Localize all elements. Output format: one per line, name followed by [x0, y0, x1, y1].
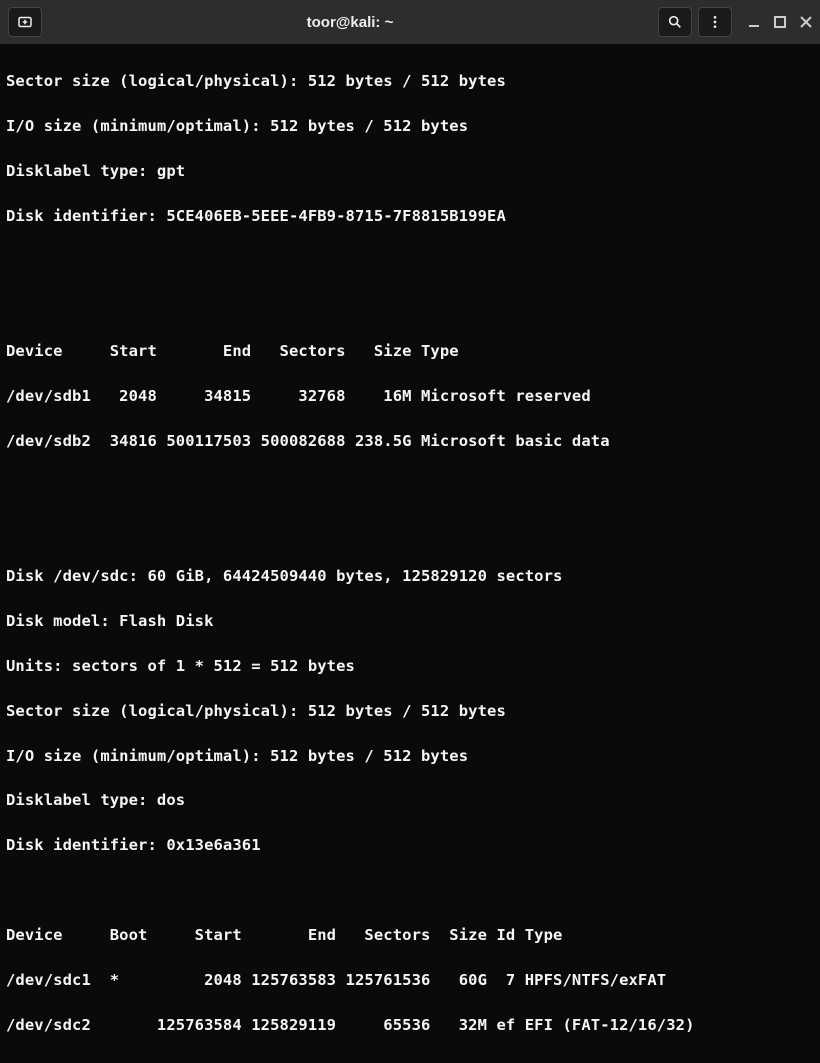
terminal-line [6, 879, 814, 901]
titlebar-left [8, 7, 42, 37]
terminal-line: Disk identifier: 5CE406EB-5EEE-4FB9-8715… [6, 205, 814, 227]
new-tab-icon [16, 13, 34, 31]
terminal-line: Disklabel type: dos [6, 789, 814, 811]
search-icon [667, 14, 683, 30]
terminal-line [6, 250, 814, 272]
terminal-line [6, 520, 814, 542]
maximize-icon [774, 16, 786, 28]
window-titlebar: toor@kali: ~ [0, 0, 820, 44]
partition-row: /dev/sdb2 34816 500117503 500082688 238.… [6, 430, 814, 452]
terminal-line [6, 295, 814, 317]
terminal-line: I/O size (minimum/optimal): 512 bytes / … [6, 745, 814, 767]
new-tab-button[interactable] [8, 7, 42, 37]
menu-button[interactable] [698, 7, 732, 37]
terminal-line: Units: sectors of 1 * 512 = 512 bytes [6, 655, 814, 677]
terminal-line: Sector size (logical/physical): 512 byte… [6, 700, 814, 722]
terminal-line: Sector size (logical/physical): 512 byte… [6, 70, 814, 92]
partition-table-header: Device Start End Sectors Size Type [6, 340, 814, 362]
kebab-menu-icon [707, 14, 723, 30]
disk-header: Disk /dev/sdc: 60 GiB, 64424509440 bytes… [6, 565, 814, 587]
titlebar-right [658, 7, 812, 37]
partition-row: /dev/sdc2 125763584 125829119 65536 32M … [6, 1014, 814, 1036]
terminal-line: Disklabel type: gpt [6, 160, 814, 182]
window-controls [748, 16, 812, 28]
terminal-line [6, 475, 814, 497]
minimize-icon [748, 16, 760, 28]
close-button[interactable] [800, 16, 812, 28]
terminal-line: Disk model: Flash Disk [6, 610, 814, 632]
search-button[interactable] [658, 7, 692, 37]
maximize-button[interactable] [774, 16, 786, 28]
terminal-line: Disk identifier: 0x13e6a361 [6, 834, 814, 856]
close-icon [800, 16, 812, 28]
partition-row: /dev/sdb1 2048 34815 32768 16M Microsoft… [6, 385, 814, 407]
terminal-line: I/O size (minimum/optimal): 512 bytes / … [6, 115, 814, 137]
window-title: toor@kali: ~ [50, 14, 650, 31]
partition-row: /dev/sdc1 * 2048 125763583 125761536 60G… [6, 969, 814, 991]
partition-table-header: Device Boot Start End Sectors Size Id Ty… [6, 924, 814, 946]
minimize-button[interactable] [748, 16, 760, 28]
terminal-output[interactable]: Sector size (logical/physical): 512 byte… [0, 44, 820, 1063]
